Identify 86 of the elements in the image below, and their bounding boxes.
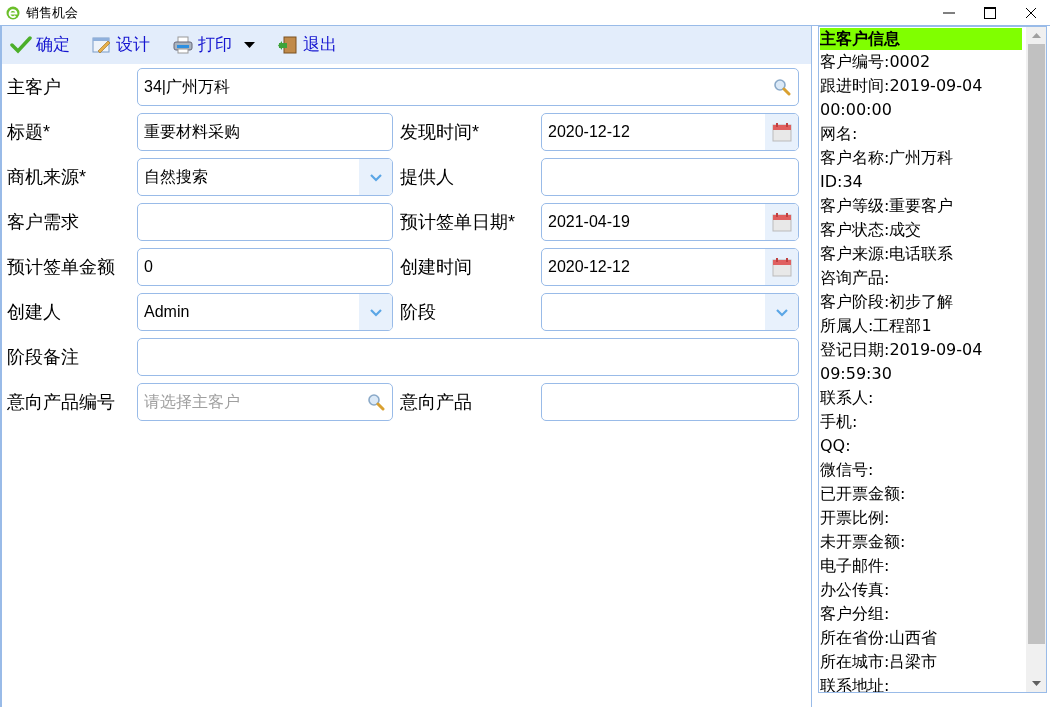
dropdown-field[interactable]: Admin xyxy=(137,293,393,331)
chevron-down-icon[interactable] xyxy=(368,307,383,317)
scrollbar[interactable] xyxy=(1026,27,1046,692)
chevron-down-icon[interactable] xyxy=(368,172,383,182)
field-value: 重要材料采购 xyxy=(143,122,241,142)
pencil-note-icon xyxy=(92,36,112,54)
search-icon[interactable] xyxy=(366,393,385,411)
field-label: 阶段 xyxy=(399,301,437,323)
scroll-up-icon[interactable] xyxy=(1031,33,1041,38)
toolbar-button[interactable]: 确定 xyxy=(10,32,70,58)
info-line: 登记日期:2019-09-04 09:59:30 xyxy=(820,339,984,385)
scroll-thumb[interactable] xyxy=(1027,44,1045,644)
field-label: 发现时间* xyxy=(399,121,480,143)
info-line: 客户名称:广州万科 xyxy=(820,147,955,169)
field-value: Admin xyxy=(143,302,191,322)
field-label: 预计签单日期* xyxy=(399,211,516,233)
date-field[interactable]: 2021-04-19 xyxy=(541,203,799,241)
field-label: 标题* xyxy=(6,121,51,143)
field-value: 自然搜索 xyxy=(143,167,209,187)
field-value: 2020-12-12 xyxy=(547,257,631,277)
search-icon[interactable] xyxy=(772,78,791,96)
info-line: 联系人: xyxy=(820,387,875,409)
input-field[interactable]: 34|广州万科 xyxy=(137,68,799,106)
info-line: 电子邮件: xyxy=(820,555,891,577)
app-logo-icon xyxy=(6,5,20,20)
date-field[interactable]: 2020-12-12 xyxy=(541,248,799,286)
info-line: ID:34 xyxy=(820,171,864,193)
calendar-icon[interactable] xyxy=(771,257,792,277)
input-field[interactable]: 0 xyxy=(137,248,393,286)
printer-icon xyxy=(172,36,194,54)
toolbar-button[interactable]: 设计 xyxy=(92,32,150,58)
date-field[interactable]: 2020-12-12 xyxy=(541,113,799,151)
info-line: 网名: xyxy=(820,123,859,145)
calendar-icon[interactable] xyxy=(771,212,792,232)
field-value: 34|广州万科 xyxy=(143,77,231,97)
field-label: 预计签单金额 xyxy=(6,256,116,278)
info-line: 手机: xyxy=(820,411,859,433)
input-field[interactable] xyxy=(137,338,799,376)
field-label: 阶段备注 xyxy=(6,346,80,368)
chevron-down-icon[interactable] xyxy=(774,307,789,317)
field-placeholder: 请选择主客户 xyxy=(143,392,241,412)
door-exit-icon xyxy=(277,36,299,54)
checkmark-icon xyxy=(10,36,32,54)
input-field[interactable] xyxy=(541,158,799,196)
info-line: 开票比例: xyxy=(820,507,891,529)
close-icon[interactable] xyxy=(1025,6,1037,19)
info-line: 办公传真: xyxy=(820,579,891,601)
input-field[interactable]: 重要材料采购 xyxy=(137,113,393,151)
maximize-icon[interactable] xyxy=(984,6,996,19)
info-line: 所在城市:吕梁市 xyxy=(820,651,939,673)
caret-icon[interactable] xyxy=(244,41,255,49)
dropdown-field[interactable] xyxy=(541,293,799,331)
calendar-icon[interactable] xyxy=(771,122,792,142)
window-title: 销售机会 xyxy=(26,3,78,22)
field-label: 创建人 xyxy=(6,301,62,323)
info-line: 客户状态:成交 xyxy=(820,219,923,241)
info-line: 客户分组: xyxy=(820,603,891,625)
info-line: 客户来源:电话联系 xyxy=(820,243,955,265)
field-label: 客户需求 xyxy=(6,211,80,233)
info-line: QQ: xyxy=(820,435,852,457)
input-field[interactable] xyxy=(137,203,393,241)
info-line: 微信号: xyxy=(820,459,875,481)
info-line: 未开票金额: xyxy=(820,531,907,553)
field-value: 0 xyxy=(143,257,154,277)
info-line: 客户阶段:初步了解 xyxy=(820,291,955,313)
toolbar-button[interactable]: 打印 xyxy=(172,32,255,58)
dropdown-field[interactable]: 自然搜索 xyxy=(137,158,393,196)
info-line: 所在省份:山西省 xyxy=(820,627,939,649)
info-line: 所属人:工程部1 xyxy=(820,315,933,337)
info-line: 咨询产品: xyxy=(820,267,891,289)
info-line: 已开票金额: xyxy=(820,483,907,505)
info-line: 客户编号:0002 xyxy=(820,51,932,73)
field-value: 2021-04-19 xyxy=(547,212,631,232)
info-line: 客户等级:重要客户 xyxy=(820,195,955,217)
field-label: 意向产品编号 xyxy=(6,391,116,413)
field-label: 主客户 xyxy=(6,76,62,98)
field-label: 商机来源* xyxy=(6,166,87,188)
toolbar-button[interactable]: 退出 xyxy=(277,32,337,58)
field-label: 意向产品 xyxy=(399,391,473,413)
info-line: 跟进时间:2019-09-04 00:00:00 xyxy=(820,75,984,121)
field-label: 提供人 xyxy=(399,166,455,188)
info-header: 主客户信息 xyxy=(820,28,1022,50)
scroll-down-icon[interactable] xyxy=(1031,681,1041,686)
field-value: 2020-12-12 xyxy=(547,122,631,142)
input-field[interactable] xyxy=(541,383,799,421)
field-label: 创建时间 xyxy=(399,256,473,278)
